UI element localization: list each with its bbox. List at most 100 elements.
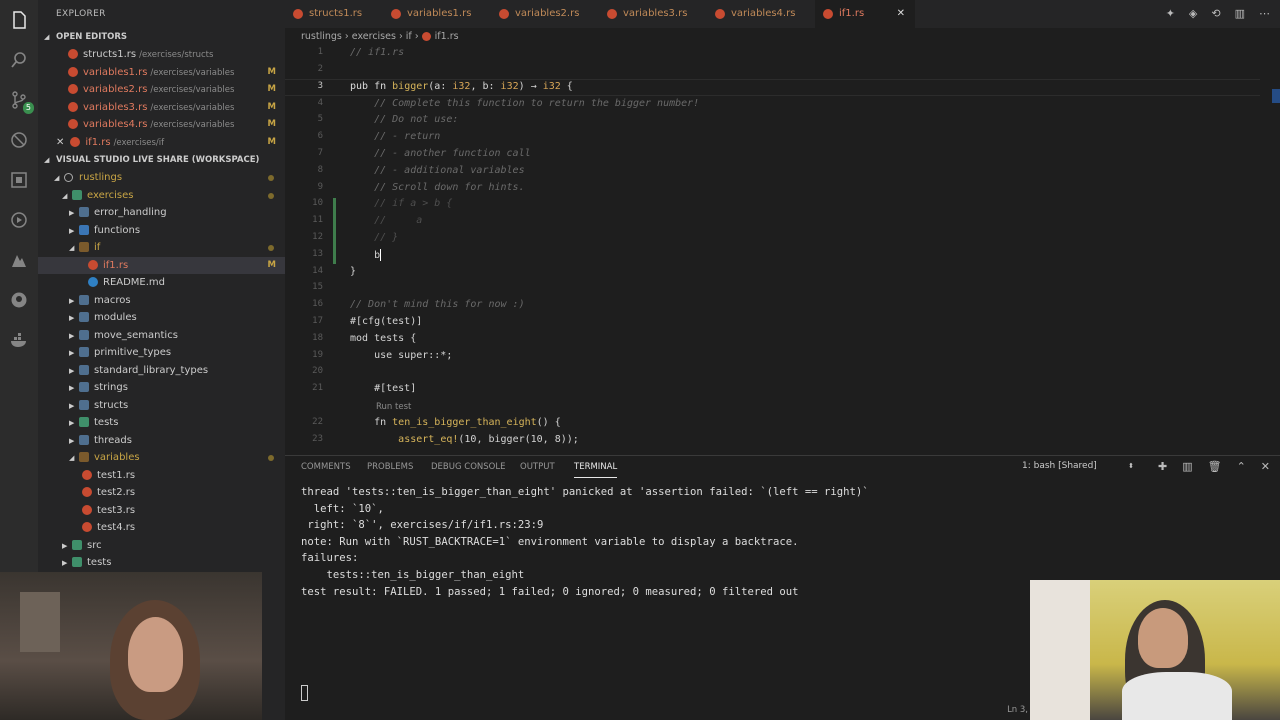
- open-editor-item-active[interactable]: ✕ if1.rs/exercises/if M: [38, 134, 285, 152]
- tree-folder[interactable]: ◢ variables: [38, 449, 285, 467]
- debug-icon[interactable]: [7, 128, 31, 152]
- tab-debug-console[interactable]: DEBUG CONSOLE: [431, 456, 505, 478]
- tree-folder[interactable]: ▶ src: [38, 537, 285, 555]
- split-editor-icon[interactable]: ▥: [1235, 7, 1245, 20]
- wall-decor: [20, 592, 60, 652]
- editor-tabs: structs1.rs variables1.rs variables2.rs …: [285, 0, 1280, 28]
- workspace-header[interactable]: ◢ VISUAL STUDIO LIVE SHARE (WORKSPACE): [38, 151, 285, 169]
- breadcrumb-item[interactable]: if1.rs: [435, 31, 459, 42]
- chevron-right-icon: ▶: [69, 314, 75, 322]
- folder-icon: [72, 557, 82, 567]
- breadcrumb-item[interactable]: rustlings: [301, 31, 342, 42]
- tree-folder[interactable]: ▶ error_handling: [38, 204, 285, 222]
- close-icon[interactable]: ✕: [897, 0, 905, 28]
- tab-terminal[interactable]: TERMINAL: [574, 456, 618, 478]
- github-icon[interactable]: [7, 288, 31, 312]
- line-number: 22: [312, 417, 323, 427]
- search-icon[interactable]: [7, 48, 31, 72]
- rust-file-icon: [68, 84, 78, 94]
- tab-variables1[interactable]: variables1.rs: [383, 0, 491, 28]
- close-icon[interactable]: ✕: [1261, 460, 1270, 473]
- tree-folder[interactable]: ▶ modules: [38, 309, 285, 327]
- open-editor-item[interactable]: variables3.rs/exercises/variables M: [38, 99, 285, 117]
- code-editor[interactable]: 1 2 3 4 5 6 7 8 9 10 11 12 13 14 15 16 1…: [285, 45, 1280, 455]
- breadcrumb-separator-icon: ›: [414, 31, 419, 42]
- webcam-overlay-right: [1030, 580, 1280, 720]
- modified-badge: M: [267, 84, 276, 94]
- tab-variables2[interactable]: variables2.rs: [491, 0, 599, 28]
- maximize-icon[interactable]: ⌃: [1237, 460, 1246, 473]
- tree-folder[interactable]: ◢ if: [38, 239, 285, 257]
- tree-file[interactable]: README.md: [38, 274, 285, 292]
- rust-file-icon: [68, 101, 78, 112]
- tree-folder[interactable]: ▶ primitive_types: [38, 344, 285, 362]
- tree-folder[interactable]: ▶ tests: [38, 414, 285, 432]
- tree-folder[interactable]: ▶ structs: [38, 397, 285, 415]
- tree-folder[interactable]: ▶ threads: [38, 432, 285, 450]
- git-compare-icon[interactable]: ◈: [1189, 7, 1197, 20]
- open-editor-item[interactable]: variables1.rs/exercises/variables M: [38, 64, 285, 82]
- remote-icon[interactable]: [7, 248, 31, 272]
- terminal-cursor: [301, 685, 308, 701]
- terminal-output[interactable]: thread 'tests::ten_is_bigger_than_eight'…: [301, 484, 869, 600]
- open-editor-item[interactable]: variables2.rs/exercises/variables M: [38, 81, 285, 99]
- tree-folder[interactable]: ▶ move_semantics: [38, 327, 285, 345]
- line-number: 8: [317, 165, 323, 175]
- breadcrumb-item[interactable]: if: [406, 31, 412, 42]
- terminal-select[interactable]: 1: bash [Shared] ⬍: [1018, 459, 1138, 474]
- tab-output[interactable]: OUTPUT: [520, 456, 555, 478]
- tree-root-rustlings[interactable]: ◢ rustlings: [38, 169, 285, 187]
- files-icon[interactable]: [7, 8, 31, 32]
- chevron-right-icon: ▶: [69, 401, 75, 410]
- run-test-codelens[interactable]: Run test: [376, 402, 411, 412]
- tree-folder[interactable]: ▶ functions: [38, 222, 285, 240]
- tree-folder[interactable]: ▶ strings: [38, 379, 285, 397]
- tree-file[interactable]: test2.rs: [38, 484, 285, 502]
- tab-problems[interactable]: PROBLEMS: [367, 456, 413, 478]
- live-share-icon[interactable]: [7, 208, 31, 232]
- tab-comments[interactable]: COMMENTS: [301, 456, 351, 478]
- tab-variables3[interactable]: variables3.rs: [599, 0, 707, 28]
- code-line: use super::*;: [350, 350, 453, 361]
- terminal-line: left: `10`,: [301, 502, 384, 515]
- tree-file-selected[interactable]: if1.rs M: [38, 256, 285, 274]
- trash-icon[interactable]: 🗑: [1208, 460, 1222, 473]
- add-terminal-icon[interactable]: ✚: [1158, 460, 1167, 473]
- tree-file[interactable]: test3.rs: [38, 502, 285, 520]
- line-number: 14: [312, 266, 323, 276]
- open-editors-header[interactable]: ◢ OPEN EDITORS: [38, 28, 285, 46]
- more-icon[interactable]: ⋯: [1259, 7, 1270, 20]
- tab-if1[interactable]: if1.rs ✕: [815, 0, 915, 28]
- folder-icon: [79, 382, 89, 392]
- docker-icon[interactable]: [7, 328, 31, 352]
- tab-structs1[interactable]: structs1.rs: [285, 0, 383, 28]
- tree-folder-exercises[interactable]: ◢ exercises: [38, 187, 285, 205]
- tree-folder[interactable]: ▶ standard_library_types: [38, 362, 285, 380]
- rust-file-icon: [823, 9, 833, 19]
- modified-badge: M: [267, 259, 276, 270]
- tree-file[interactable]: test4.rs: [38, 519, 285, 537]
- modified-badge: M: [267, 119, 276, 129]
- close-icon[interactable]: ✕: [56, 137, 64, 148]
- rust-file-icon: [391, 9, 401, 19]
- open-changes-icon[interactable]: ⟲: [1211, 7, 1220, 20]
- select-arrows-icon: ⬍: [1128, 462, 1134, 470]
- tree-folder[interactable]: ▶ macros: [38, 292, 285, 310]
- breadcrumb-separator-icon: ›: [344, 31, 349, 42]
- open-editor-item[interactable]: structs1.rs/exercises/structs: [38, 46, 285, 64]
- tree-file[interactable]: test1.rs: [38, 467, 285, 485]
- tab-variables4[interactable]: variables4.rs: [707, 0, 815, 28]
- extensions-icon[interactable]: [7, 168, 31, 192]
- open-editor-item[interactable]: variables4.rs/exercises/variables M: [38, 116, 285, 134]
- chevron-right-icon: ▶: [69, 349, 75, 357]
- tree-folder[interactable]: ▶ tests: [38, 554, 285, 572]
- cursor-position[interactable]: Ln 3,: [1007, 705, 1028, 715]
- breadcrumb: rustlings › exercises › if › if1.rs: [285, 28, 1280, 45]
- breadcrumb-item[interactable]: exercises: [352, 31, 396, 42]
- chevron-right-icon: ▶: [62, 541, 68, 550]
- source-control-icon[interactable]: 5: [7, 88, 34, 114]
- pin-icon[interactable]: ✦: [1166, 7, 1175, 20]
- rust-file-icon: [68, 49, 78, 59]
- split-terminal-icon[interactable]: ▥: [1182, 460, 1192, 473]
- chevron-right-icon: ▶: [69, 296, 75, 305]
